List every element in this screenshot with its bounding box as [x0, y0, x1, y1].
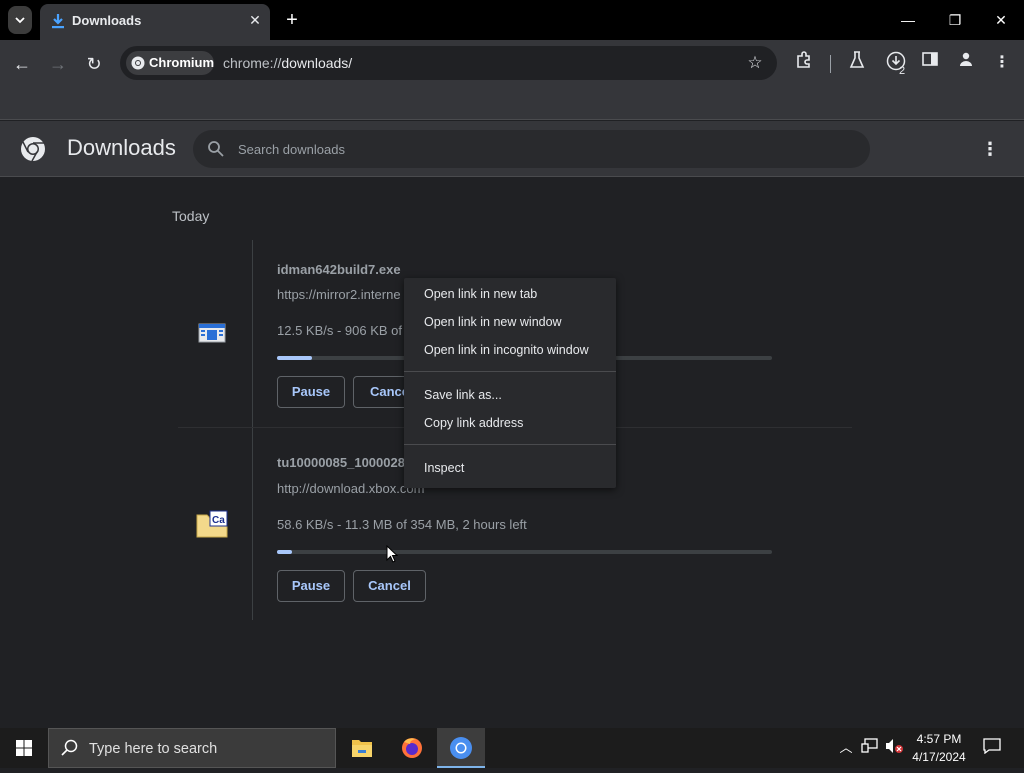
toolbar-divider — [830, 55, 831, 73]
chromium-logo-icon — [21, 137, 45, 162]
chromium-app-icon — [450, 737, 472, 759]
download-filename[interactable]: tu10000085_10000285 — [277, 455, 412, 470]
site-chip[interactable]: Chromium — [126, 51, 214, 75]
tab-downloads[interactable]: Downloads ✕ — [40, 4, 270, 40]
browser-menu-icon[interactable]: ⋮ — [991, 51, 1013, 75]
page-header: Downloads ⋮ — [0, 121, 1024, 177]
search-box[interactable] — [193, 130, 870, 168]
download-icon — [52, 14, 64, 29]
tab-close-icon[interactable]: ✕ — [246, 10, 264, 30]
menu-separator — [404, 444, 616, 445]
download-url[interactable]: http://download.xbox.com — [277, 481, 424, 496]
download-url[interactable]: https://mirror2.interne — [277, 287, 401, 302]
close-window-button[interactable]: ✕ — [986, 8, 1016, 32]
clock-date[interactable]: 4/17/2024 — [905, 750, 973, 764]
download-status: 12.5 KB/s - 906 KB of — [277, 323, 403, 338]
minimize-button[interactable]: — — [893, 8, 923, 32]
file-explorer-button[interactable] — [338, 728, 386, 768]
bookmark-bar — [0, 86, 1024, 120]
show-hidden-icons-chevron-icon[interactable]: ︿ — [836, 738, 856, 758]
pause-button[interactable]: Pause — [277, 376, 345, 408]
chevron-down-icon — [15, 17, 25, 24]
url-text: chrome://downloads/ — [223, 55, 352, 71]
menu-item-copy-link[interactable]: Copy link address — [404, 409, 616, 437]
cancel-button[interactable]: Cancel — [353, 570, 426, 602]
context-menu: Open link in new tab Open link in new wi… — [404, 278, 616, 488]
exe-file-icon — [198, 323, 226, 343]
tab-search-button[interactable] — [8, 6, 32, 34]
menu-item-open-incognito[interactable]: Open link in incognito window — [404, 336, 616, 364]
clock-time[interactable]: 4:57 PM — [905, 732, 973, 746]
side-panel-icon[interactable] — [919, 51, 941, 75]
chromium-icon — [131, 56, 145, 70]
url-path: downloads/ — [281, 55, 353, 71]
menu-item-open-new-window[interactable]: Open link in new window — [404, 308, 616, 336]
taskbar-search-box[interactable]: Type here to search — [48, 728, 336, 768]
puzzle-icon — [797, 51, 810, 68]
download-count-badge: 2 — [899, 65, 906, 77]
start-button[interactable] — [0, 728, 48, 768]
download-status: 58.6 KB/s - 11.3 MB of 354 MB, 2 hours l… — [277, 517, 527, 532]
search-input[interactable] — [238, 139, 838, 159]
menu-separator — [404, 371, 616, 372]
sidebar-icon — [922, 52, 938, 66]
speech-bubble-icon — [983, 738, 1001, 755]
notifications-icon[interactable] — [982, 738, 1002, 758]
flask-icon — [849, 51, 865, 68]
progress-fill — [277, 356, 312, 360]
mouse-cursor-icon — [386, 545, 398, 563]
url-scheme: chrome:// — [223, 55, 282, 71]
svg-text:Ca: Ca — [212, 515, 225, 526]
progress-fill — [277, 550, 292, 554]
person-icon — [960, 52, 972, 66]
download-progress-bar — [277, 550, 772, 554]
taskbar-search-placeholder: Type here to search — [89, 741, 218, 757]
pause-button[interactable]: Pause — [277, 570, 345, 602]
speaker-icon — [886, 739, 903, 753]
network-monitor-icon — [861, 738, 878, 753]
firefox-button[interactable] — [388, 728, 436, 768]
chip-label: Chromium — [149, 55, 214, 70]
restore-button[interactable]: ❐ — [940, 8, 970, 32]
taskbar: Type here to search ︿ 4:57 PM 4/17/2024 — [0, 728, 1024, 768]
windows-logo-icon — [16, 740, 32, 756]
menu-item-open-new-tab[interactable]: Open link in new tab — [404, 280, 616, 308]
tab-strip: Downloads ✕ + — ❐ ✕ — [0, 0, 1024, 40]
page-more-actions-icon[interactable]: ⋮ — [980, 137, 1000, 161]
back-button[interactable]: ← — [10, 52, 34, 76]
network-icon[interactable] — [860, 738, 880, 758]
reload-button[interactable]: ↻ — [82, 52, 106, 76]
labs-flask-icon[interactable] — [846, 51, 868, 75]
tab-title: Downloads — [72, 13, 142, 28]
firefox-icon — [402, 738, 422, 758]
extensions-icon[interactable] — [793, 51, 815, 75]
cab-file-icon: Ca — [196, 510, 228, 538]
menu-item-inspect[interactable]: Inspect — [404, 454, 616, 482]
card-divider — [252, 240, 253, 434]
bookmark-star-icon[interactable]: ☆ — [745, 53, 765, 73]
card-divider — [252, 434, 253, 620]
folder-icon — [352, 740, 372, 757]
toolbar: ← → ↻ Chromium chrome://downloads/ ☆ 2 ⋮ — [0, 40, 1024, 86]
forward-button[interactable]: → — [46, 52, 70, 76]
menu-item-save-link[interactable]: Save link as... — [404, 381, 616, 409]
chromium-taskbar-button[interactable] — [437, 728, 485, 768]
page-title: Downloads — [67, 135, 176, 160]
address-bar[interactable]: Chromium chrome://downloads/ ☆ — [120, 46, 777, 80]
volume-muted-icon[interactable] — [884, 738, 904, 758]
section-date-header: Today — [172, 208, 210, 224]
search-icon — [61, 739, 78, 756]
download-filename[interactable]: idman642build7.exe — [277, 262, 401, 277]
new-tab-button[interactable]: + — [282, 8, 302, 32]
downloads-toolbar-button[interactable]: 2 — [883, 51, 909, 77]
search-icon — [208, 141, 224, 157]
profile-icon[interactable] — [955, 51, 977, 75]
